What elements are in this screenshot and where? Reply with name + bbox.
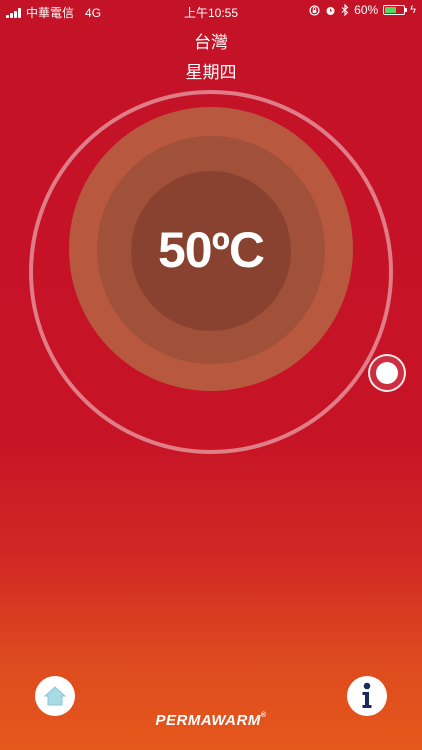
rotation-lock-icon — [309, 4, 320, 16]
battery-percent: 60% — [354, 3, 379, 17]
weekday-label: 星期四 — [185, 63, 237, 82]
alarm-icon — [326, 6, 335, 15]
battery-fill — [385, 7, 396, 13]
status-bar: 中華電信 4G 上午10:55 60% ϟ — [0, 0, 422, 22]
dial-handle-dot — [376, 362, 398, 384]
brand-registered-mark: ® — [260, 712, 267, 719]
home-icon — [43, 686, 67, 706]
home-button[interactable] — [35, 676, 75, 716]
temperature-readout: 50ºC — [158, 222, 265, 278]
battery-icon — [383, 5, 408, 15]
location-label: 台灣 — [194, 33, 228, 52]
info-icon — [362, 682, 372, 708]
temperature-dial-handle[interactable] — [368, 354, 406, 392]
info-button[interactable] — [347, 676, 387, 716]
charging-icon: ϟ — [410, 4, 416, 16]
brand-name: PERMAWARM — [155, 712, 261, 729]
brand-logo: PERMAWARM® — [0, 712, 422, 729]
bluetooth-icon — [341, 4, 349, 16]
status-right: 60% ϟ — [309, 3, 416, 17]
